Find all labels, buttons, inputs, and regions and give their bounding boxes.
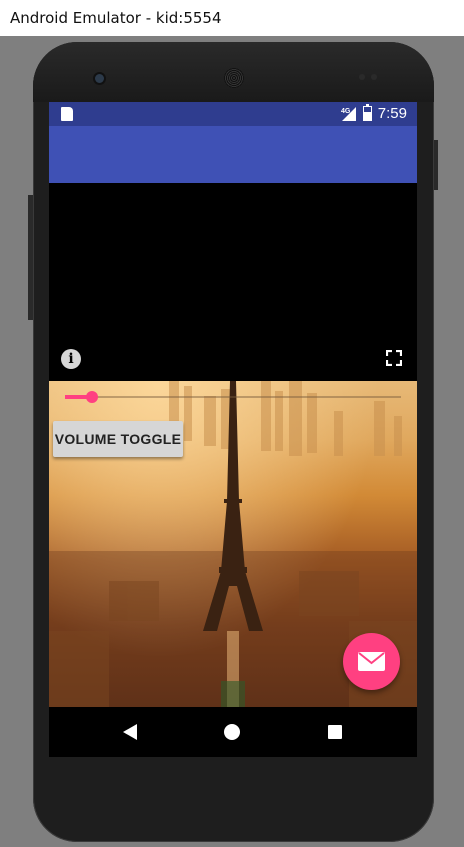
sim-card-icon [61, 107, 73, 121]
front-camera-icon [95, 74, 104, 83]
email-icon [358, 652, 385, 671]
volume-rocker[interactable] [28, 195, 33, 320]
volume-slider[interactable] [65, 391, 401, 403]
window-title: Android Emulator - kid:5554 [10, 9, 222, 27]
slider-track [65, 396, 401, 398]
paris-eiffel-tower-image: VOLUME TOGGLE [49, 381, 417, 707]
slider-thumb[interactable] [85, 391, 98, 403]
network-type-label: 4G [341, 108, 351, 115]
power-button[interactable] [434, 140, 438, 190]
email-fab-button[interactable] [343, 633, 400, 690]
earpiece-speaker-icon [224, 68, 244, 88]
device-screen: 4G 7:59 i VOLUME TOGGLE [49, 102, 417, 757]
fullscreen-icon[interactable] [386, 350, 402, 366]
signal-icon: 4G [341, 106, 357, 122]
back-icon[interactable] [123, 724, 137, 740]
info-icon[interactable]: i [61, 349, 81, 369]
video-player[interactable]: i [49, 183, 417, 381]
sensor-icon [371, 74, 377, 80]
window-titlebar: Android Emulator - kid:5554 [0, 0, 464, 36]
sensor-icon [359, 74, 365, 80]
recents-icon[interactable] [328, 725, 342, 739]
volume-toggle-button[interactable]: VOLUME TOGGLE [53, 421, 183, 457]
app-bar [49, 126, 417, 183]
home-icon[interactable] [224, 724, 240, 740]
battery-icon [362, 104, 372, 121]
navigation-bar [49, 707, 417, 757]
status-time: 7:59 [377, 105, 407, 122]
status-bar: 4G 7:59 [49, 102, 417, 126]
